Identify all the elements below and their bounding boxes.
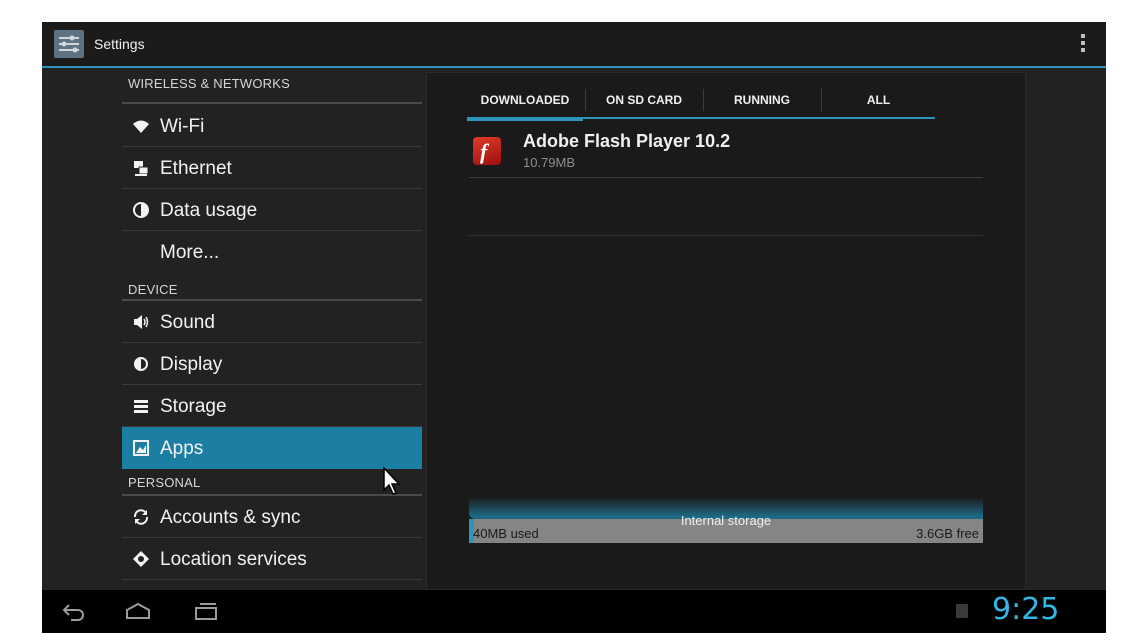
sidebar-item-ethernet[interactable]: Ethernet (122, 147, 422, 189)
internal-storage-bar: Internal storage 40MB used 3.6GB free (469, 513, 983, 543)
settings-content: WIRELESS & NETWORKS Wi-Fi Ethernet Data … (42, 68, 1106, 590)
sidebar-item-label: Wi-Fi (160, 116, 205, 137)
sidebar-item-accounts-sync[interactable]: Accounts & sync (122, 496, 422, 538)
sidebar-item-display[interactable]: Display (122, 343, 422, 385)
recent-apps-icon[interactable] (192, 600, 220, 622)
storage-icon (132, 397, 150, 415)
tab-running[interactable]: RUNNING (704, 83, 820, 117)
sidebar-item-label: Sound (160, 312, 215, 333)
sound-icon (132, 313, 150, 331)
tab-all[interactable]: ALL (822, 83, 935, 117)
storage-used-text: 40MB used (473, 526, 539, 541)
wifi-icon (132, 117, 150, 135)
sidebar-item-sound[interactable]: Sound (122, 301, 422, 343)
ethernet-icon (132, 159, 150, 177)
location-icon (132, 550, 150, 568)
sidebar-item-apps[interactable]: Apps (122, 427, 422, 469)
sidebar-item-data-usage[interactable]: Data usage (122, 189, 422, 231)
sidebar-item-label: Location services (160, 549, 307, 570)
media-notification-icon[interactable] (956, 604, 968, 618)
sidebar-item-label: Accounts & sync (160, 507, 301, 528)
storage-label: Internal storage (680, 513, 772, 528)
settings-sidebar: WIRELESS & NETWORKS Wi-Fi Ethernet Data … (122, 68, 422, 590)
tab-downloaded[interactable]: DOWNLOADED (467, 83, 583, 121)
apps-pane: DOWNLOADED ON SD CARD RUNNING ALL f Adob… (426, 72, 1026, 590)
sidebar-item-label: Data usage (160, 200, 258, 221)
app-list-item[interactable]: f Adobe Flash Player 10.2 10.79MB (469, 129, 983, 178)
back-icon[interactable] (60, 600, 88, 622)
sidebar-item-more[interactable]: More... (122, 231, 422, 273)
sidebar-item-label: Apps (160, 438, 204, 459)
app-name: Adobe Flash Player 10.2 (523, 131, 731, 151)
system-nav-bar: 9:25 (42, 590, 1106, 633)
sidebar-item-label: Storage (160, 396, 227, 417)
app-size: 10.79MB (523, 155, 576, 170)
display-icon (132, 355, 150, 373)
data-usage-icon (132, 201, 150, 219)
sidebar-item-storage[interactable]: Storage (122, 385, 422, 427)
sync-icon (132, 508, 150, 526)
sidebar-item-label: Ethernet (160, 158, 232, 179)
flash-player-icon: f (473, 137, 501, 165)
apps-tab-bar: DOWNLOADED ON SD CARD RUNNING ALL (467, 83, 935, 121)
apps-icon (132, 439, 150, 457)
section-header-device: DEVICE (128, 282, 178, 297)
sidebar-item-label: Display (160, 354, 223, 375)
tab-on-sd-card[interactable]: ON SD CARD (586, 83, 702, 117)
app-title: Settings (94, 36, 145, 52)
storage-free-text: 3.6GB free (916, 526, 979, 541)
sidebar-item-label: More... (160, 242, 220, 263)
overflow-menu-icon[interactable] (1081, 34, 1086, 54)
mouse-pointer-icon (382, 466, 402, 496)
android-screen: Settings WIRELESS & NETWORKS Wi-Fi Ether… (42, 22, 1106, 633)
sidebar-item-location[interactable]: Location services (122, 538, 422, 580)
sidebar-item-wifi[interactable]: Wi-Fi (122, 105, 422, 147)
status-clock: 9:25 (992, 592, 1060, 627)
section-divider (122, 102, 422, 104)
action-bar: Settings (42, 22, 1106, 68)
settings-app-icon[interactable] (54, 30, 84, 58)
section-header-wireless: WIRELESS & NETWORKS (128, 76, 290, 91)
home-icon[interactable] (124, 600, 152, 622)
section-header-personal: PERSONAL (128, 475, 201, 490)
list-divider (469, 235, 983, 236)
